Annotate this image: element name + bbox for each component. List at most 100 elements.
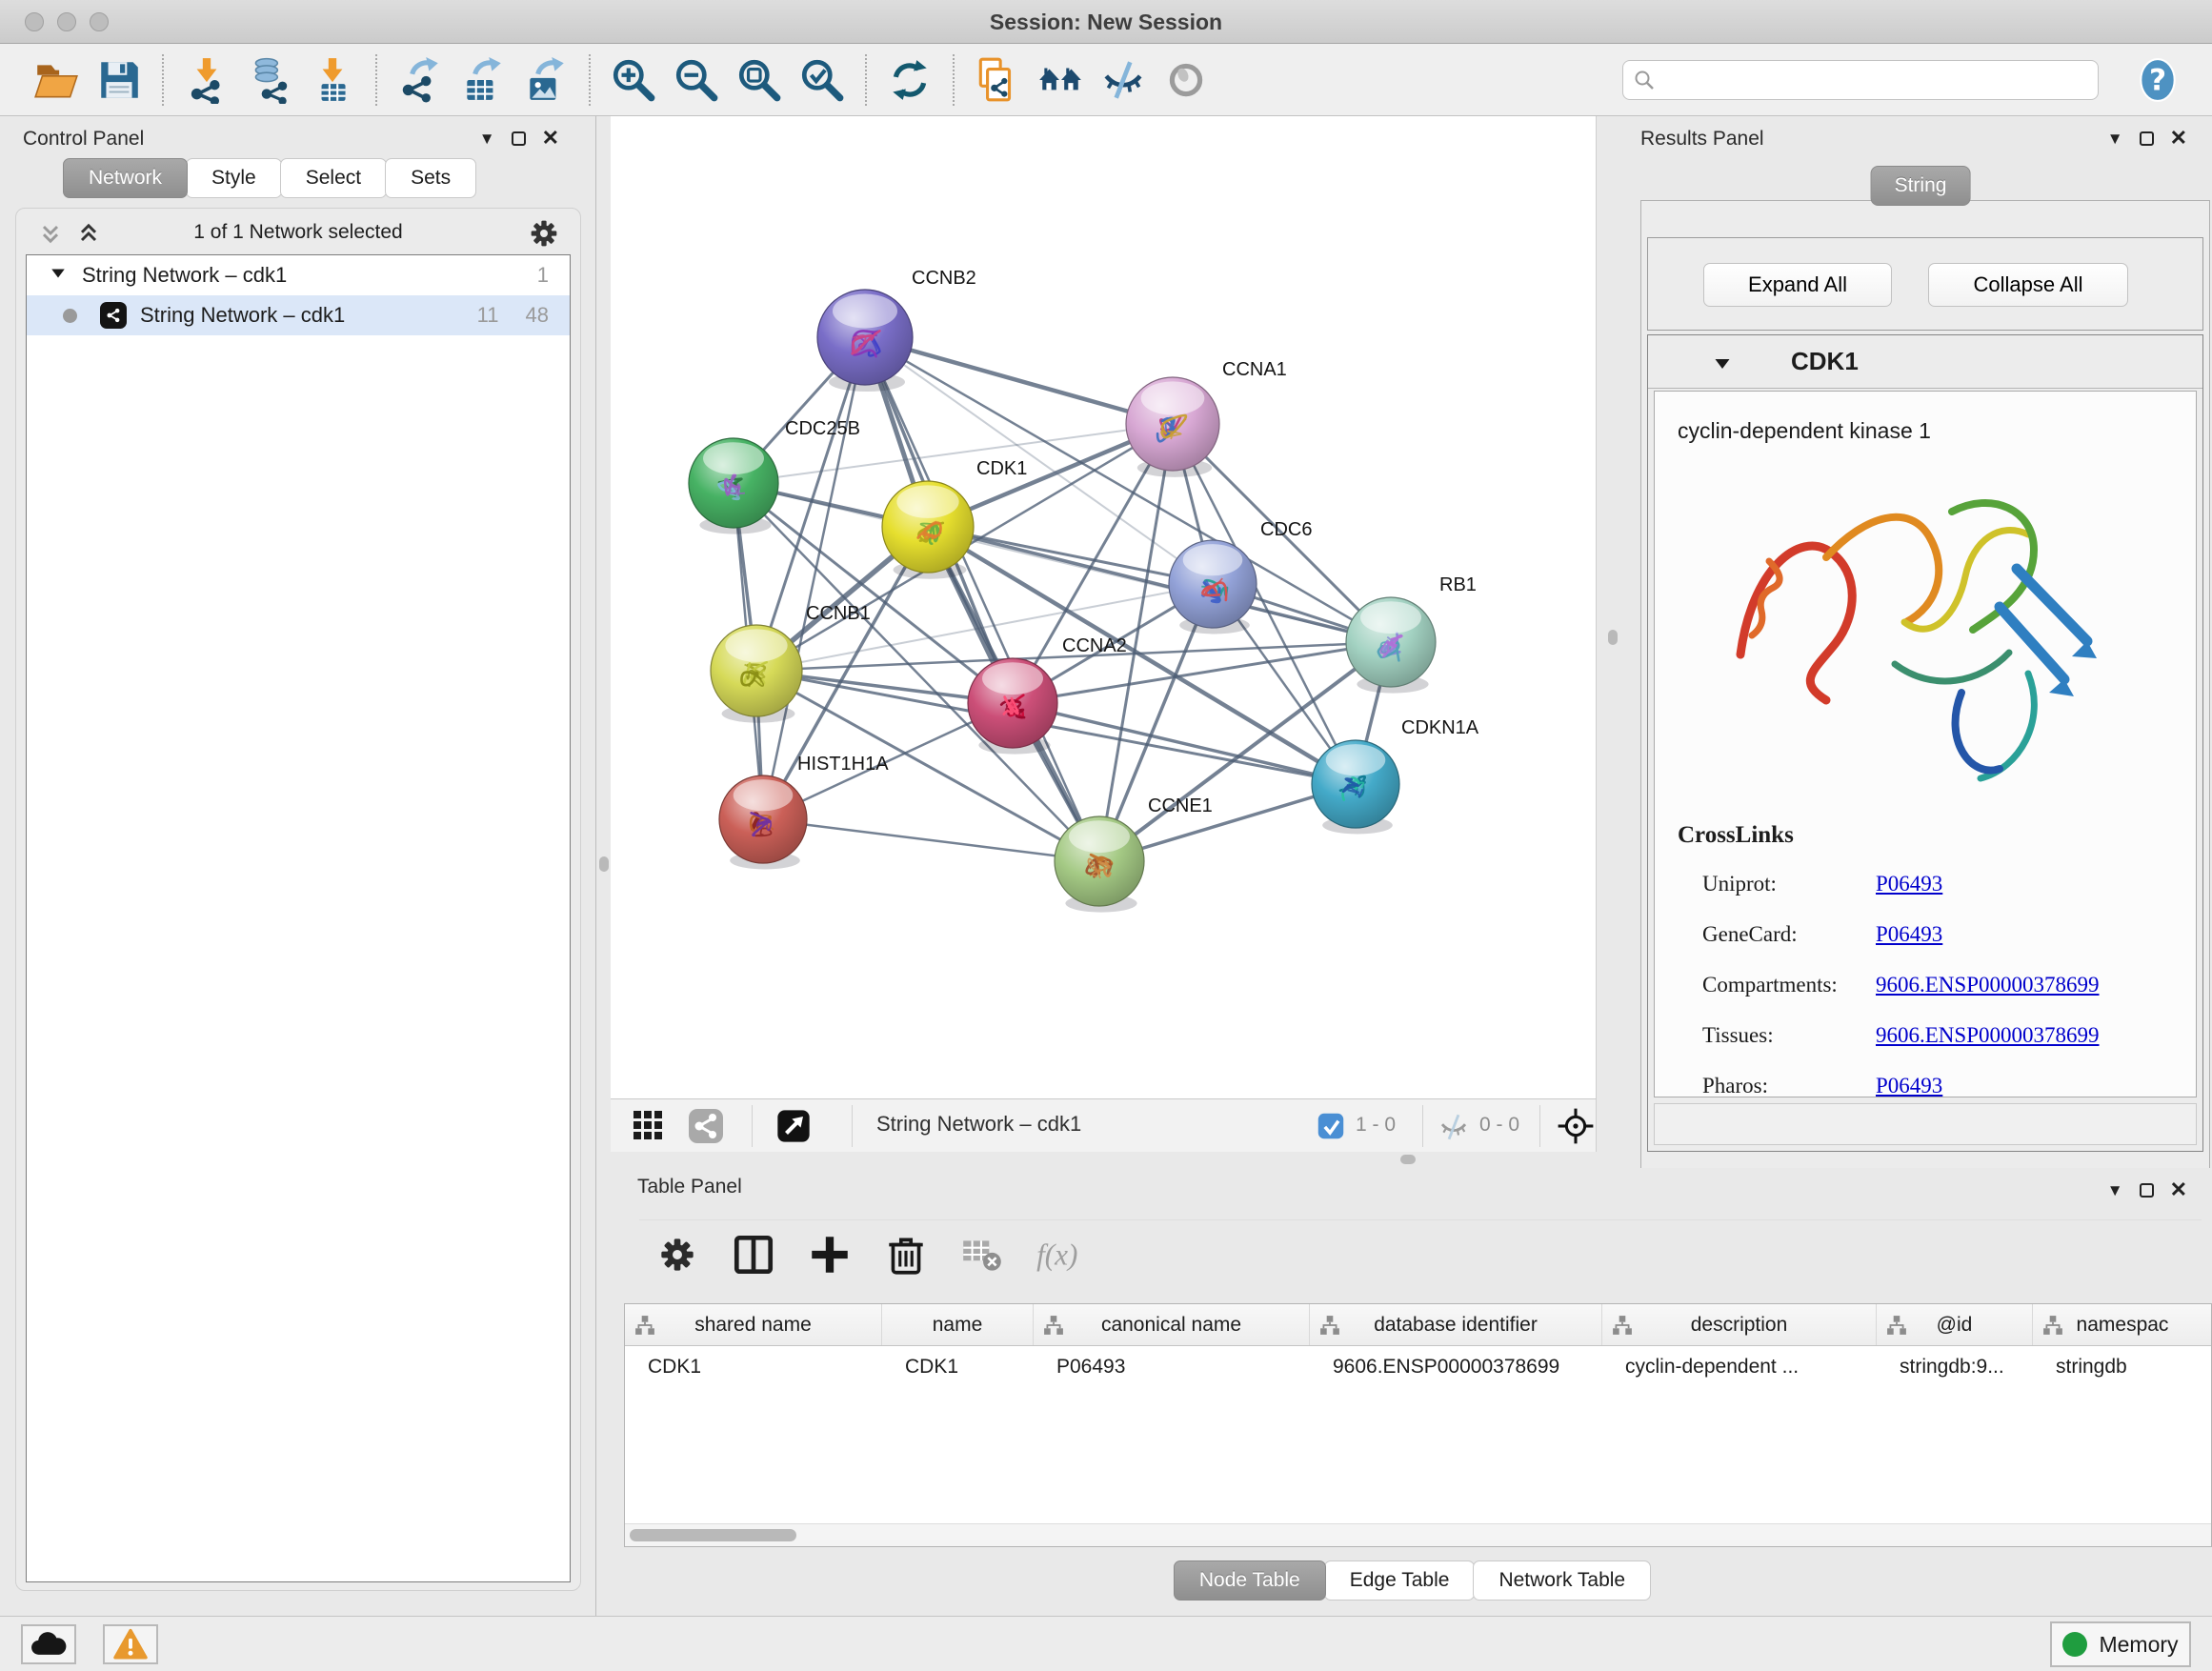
network-node-CCNE1[interactable] [1055, 816, 1144, 913]
network-canvas[interactable]: CCNB2CCNA1CDC25BCDK1CDC6RB1CCNB1CCNA2CDK… [611, 116, 1597, 1098]
collapse-triangle-icon[interactable] [1713, 354, 1732, 378]
tab-select[interactable]: Select [280, 158, 387, 198]
crosslink-link[interactable]: 9606.ENSP00000378699 [1876, 1023, 2100, 1048]
zoom-in-icon[interactable] [607, 53, 660, 107]
cloud-icon[interactable] [21, 1624, 76, 1664]
tab-edge-table[interactable]: Edge Table [1324, 1560, 1476, 1601]
zoom-out-icon[interactable] [670, 53, 723, 107]
function-builder-icon[interactable]: f(x) [1032, 1228, 1085, 1281]
open-session-icon[interactable] [30, 53, 83, 107]
memory-button[interactable]: Memory [2050, 1621, 2191, 1667]
crosslink-link[interactable]: P06493 [1876, 1074, 1942, 1098]
table-cell[interactable]: CDK1 [882, 1346, 1034, 1388]
delete-column-icon[interactable] [879, 1228, 933, 1281]
crosslink-link[interactable]: P06493 [1876, 872, 1942, 896]
search-input[interactable] [1656, 64, 2088, 96]
tree-expand-triangle-icon[interactable] [50, 263, 67, 288]
panel-close-icon[interactable]: ✕ [2170, 1179, 2187, 1200]
network-row[interactable]: String Network – cdk1 11 48 [27, 295, 570, 335]
import-table-icon[interactable] [306, 53, 359, 107]
expand-all-button[interactable]: Expand All [1703, 263, 1892, 307]
network-node-CCNB1[interactable] [711, 625, 802, 723]
horizontal-splitter-handle[interactable] [1400, 1155, 1416, 1164]
tab-string[interactable]: String [1871, 166, 1971, 206]
export-network-icon[interactable] [393, 53, 447, 107]
string-home-icon[interactable] [1034, 53, 1087, 107]
save-session-icon[interactable] [92, 53, 146, 107]
warning-icon[interactable] [103, 1624, 158, 1664]
panel-menu-icon[interactable]: ▼ [479, 131, 495, 147]
network-node-CDC25B[interactable] [689, 438, 778, 534]
column-header-canonical-name[interactable]: canonical name [1034, 1304, 1310, 1345]
table-cell[interactable]: stringdb [2033, 1346, 2212, 1388]
tab-sets[interactable]: Sets [385, 158, 476, 198]
selected-checkbox-icon[interactable] [1317, 1112, 1345, 1145]
right-splitter-handle[interactable] [1608, 630, 1618, 645]
clone-network-icon[interactable] [971, 53, 1024, 107]
panel-float-icon[interactable] [512, 131, 526, 146]
table-scrollbar[interactable] [625, 1523, 2211, 1546]
delete-table-icon[interactable] [955, 1228, 1009, 1281]
gear-icon[interactable] [529, 218, 559, 253]
tab-style[interactable]: Style [186, 158, 282, 198]
panel-menu-icon[interactable]: ▼ [2107, 1182, 2123, 1198]
import-network-file-icon[interactable] [180, 53, 233, 107]
result-card-scrollbar[interactable] [1654, 1103, 2197, 1145]
crosslink-link[interactable]: 9606.ENSP00000378699 [1876, 973, 2100, 997]
export-table-icon[interactable] [456, 53, 510, 107]
network-collection-row[interactable]: String Network – cdk1 1 [27, 255, 570, 295]
tab-network[interactable]: Network [63, 158, 188, 198]
left-splitter-handle[interactable] [599, 856, 609, 872]
panel-close-icon[interactable]: ✕ [2170, 128, 2187, 149]
refresh-icon[interactable] [883, 53, 936, 107]
network-node-HIST1H1A[interactable] [719, 775, 807, 869]
panel-float-icon[interactable] [2140, 131, 2154, 146]
table-scrollbar-thumb[interactable] [630, 1529, 796, 1541]
show-eye-icon[interactable] [1159, 53, 1213, 107]
network-node-CDKN1A[interactable] [1312, 740, 1399, 834]
network-svg[interactable]: CCNB2CCNA1CDC25BCDK1CDC6RB1CCNB1CCNA2CDK… [611, 116, 1597, 1098]
help-icon[interactable]: ? [2131, 53, 2184, 107]
network-node-CDK1[interactable] [882, 481, 974, 579]
column-header-name[interactable]: name [882, 1304, 1034, 1345]
table-cell[interactable]: P06493 [1034, 1346, 1310, 1388]
table-row[interactable]: CDK1CDK1P064939606.ENSP00000378699cyclin… [625, 1346, 2211, 1388]
gear-icon[interactable] [651, 1228, 704, 1281]
search-field[interactable] [1622, 60, 2099, 100]
hide-glasses-icon[interactable] [1096, 53, 1150, 107]
share-network-icon[interactable] [687, 1107, 725, 1150]
table-cell[interactable]: CDK1 [625, 1346, 882, 1388]
import-network-database-icon[interactable] [243, 53, 296, 107]
crosslink-link[interactable]: P06493 [1876, 922, 1942, 947]
column-header-database-identifier[interactable]: database identifier [1310, 1304, 1602, 1345]
column-header-description[interactable]: description [1602, 1304, 1877, 1345]
crosshair-icon[interactable] [1556, 1106, 1596, 1151]
tab-node-table[interactable]: Node Table [1174, 1560, 1326, 1601]
birdseye-arrow-icon[interactable] [774, 1107, 813, 1150]
crosslink-row: Compartments:9606.ENSP00000378699 [1678, 959, 2100, 1010]
network-node-RB1[interactable] [1346, 597, 1436, 694]
table-cell[interactable]: 9606.ENSP00000378699 [1310, 1346, 1602, 1388]
grid-view-icon[interactable] [630, 1107, 666, 1148]
node-result-header[interactable]: CDK1 [1648, 335, 2202, 389]
column-header-shared-name[interactable]: shared name [625, 1304, 882, 1345]
panel-float-icon[interactable] [2140, 1183, 2154, 1198]
columns-icon[interactable] [727, 1228, 780, 1281]
panel-close-icon[interactable]: ✕ [542, 128, 559, 149]
add-column-icon[interactable] [803, 1228, 856, 1281]
hidden-eye-slash-icon[interactable] [1438, 1111, 1470, 1148]
table-cell[interactable]: cyclin-dependent ... [1602, 1346, 1877, 1388]
main-toolbar: ? [0, 44, 2212, 116]
panel-menu-icon[interactable]: ▼ [2107, 131, 2123, 147]
zoom-fit-icon[interactable] [733, 53, 786, 107]
column-header--id[interactable]: @id [1877, 1304, 2033, 1345]
export-image-icon[interactable] [519, 53, 573, 107]
collapse-all-button[interactable]: Collapse All [1928, 263, 2128, 307]
table-cell[interactable]: stringdb:9... [1877, 1346, 2033, 1388]
tab-network-table[interactable]: Network Table [1473, 1560, 1651, 1601]
network-node-CCNA1[interactable] [1126, 377, 1219, 477]
zoom-selected-icon[interactable] [795, 53, 849, 107]
cytoscape-window: Session: New Session [0, 0, 2212, 1671]
network-node-CDC6[interactable] [1169, 540, 1257, 634]
column-header-namespac[interactable]: namespac [2033, 1304, 2212, 1345]
